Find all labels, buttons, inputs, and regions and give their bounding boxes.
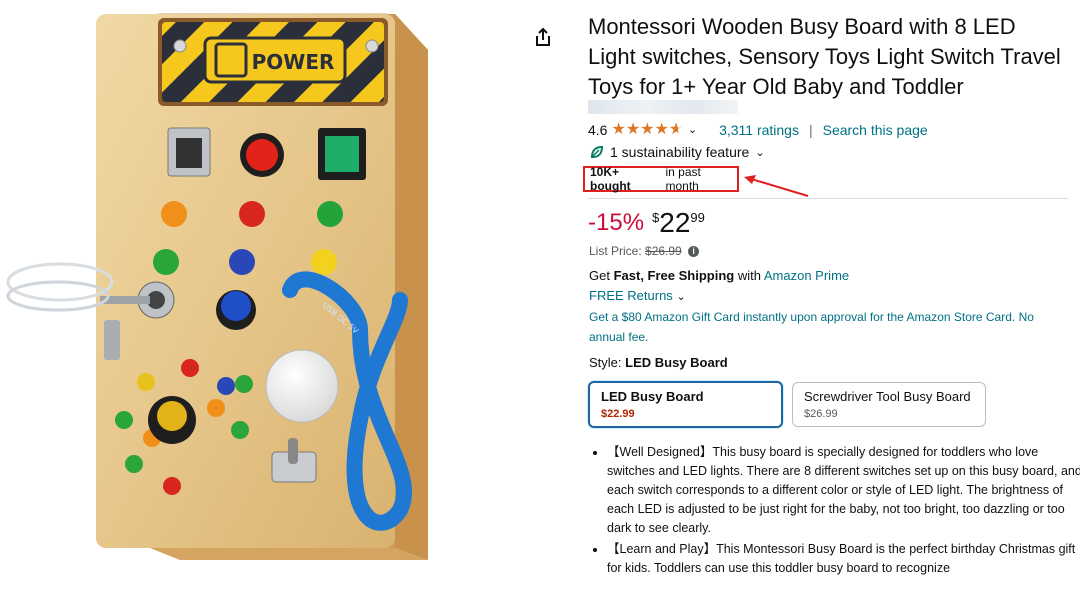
- share-icon[interactable]: [532, 26, 554, 48]
- amazon-prime-link[interactable]: Amazon Prime: [764, 268, 849, 283]
- style-option-screwdriver-tool-busy-board[interactable]: Screwdriver Tool Busy Board $26.99: [792, 382, 986, 427]
- annotation-arrow-icon: [744, 175, 809, 197]
- chevron-down-icon[interactable]: ⌄: [688, 121, 697, 139]
- style-option-price: $22.99: [601, 408, 635, 420]
- style-option-name: Screwdriver Tool Busy Board: [804, 389, 971, 404]
- style-option-price: $26.99: [804, 408, 838, 420]
- discount-percent: -15%: [588, 209, 645, 236]
- price-fraction: 99: [690, 210, 705, 225]
- sustainability-text: 1 sustainability feature: [610, 144, 750, 160]
- ratings-count-link[interactable]: 3,311 ratings: [719, 121, 799, 139]
- style-label: Style: LED Busy Board: [589, 355, 728, 370]
- info-icon[interactable]: i: [688, 246, 700, 258]
- shipping-prefix: Get: [589, 268, 610, 283]
- search-page-link[interactable]: Search this page: [823, 121, 928, 139]
- list-price: List Price: $26.99 i: [589, 244, 700, 258]
- leaf-icon: [590, 145, 604, 158]
- image-logo-text: POWER: [252, 50, 335, 74]
- free-returns-link[interactable]: FREE Returns ⌄: [589, 288, 686, 303]
- shipping-with: with: [737, 268, 761, 283]
- bought-period: in past month: [665, 165, 701, 193]
- price-currency: $: [652, 210, 660, 225]
- feature-bullets: 【Well Designed】This busy board is specia…: [589, 443, 1080, 580]
- style-option-name: LED Busy Board: [601, 389, 704, 404]
- rating-value: 4.6: [588, 122, 608, 138]
- divider: [588, 198, 1068, 199]
- style-label-text: Style:: [589, 355, 622, 370]
- feature-bullet: 【Well Designed】This busy board is specia…: [607, 443, 1080, 538]
- shipping-info: Get Fast, Free Shipping with Amazon Prim…: [589, 268, 849, 283]
- rating-row: 4.6 ★★★★★ ★ ⌄ 3,311 ratings | Search this…: [588, 121, 928, 139]
- list-price-label: List Price:: [589, 244, 642, 258]
- free-returns-text: FREE Returns: [589, 288, 673, 303]
- bought-in-past-month-badge: 10K+ bought in past month: [583, 165, 739, 193]
- style-option-led-busy-board[interactable]: LED Busy Board $22.99: [588, 381, 783, 428]
- feature-bullet: 【Learn and Play】This Montessori Busy Boa…: [607, 540, 1080, 578]
- style-selected-value: LED Busy Board: [625, 355, 728, 370]
- chevron-down-icon: ⌄: [676, 291, 686, 303]
- list-price-value: $26.99: [645, 244, 682, 258]
- price-whole: 22: [659, 207, 691, 238]
- star-rating-icon[interactable]: ★★★★★ ★: [611, 121, 683, 139]
- product-image[interactable]: POWER USB DC 5V: [0, 0, 548, 584]
- separator: |: [808, 122, 813, 138]
- price-block: -15% $ 22 99: [588, 206, 705, 240]
- chevron-down-icon: ⌄: [755, 146, 765, 159]
- bought-count: 10K+ bought: [590, 165, 631, 193]
- sustainability-row[interactable]: 1 sustainability feature ⌄: [590, 144, 765, 160]
- gift-card-offer-link[interactable]: Get a $80 Amazon Gift Card instantly upo…: [589, 307, 1065, 347]
- store-link-blurred[interactable]: [588, 100, 738, 114]
- shipping-bold: Fast, Free Shipping: [613, 268, 735, 283]
- product-title: Montessori Wooden Busy Board with 8 LED …: [588, 14, 1061, 99]
